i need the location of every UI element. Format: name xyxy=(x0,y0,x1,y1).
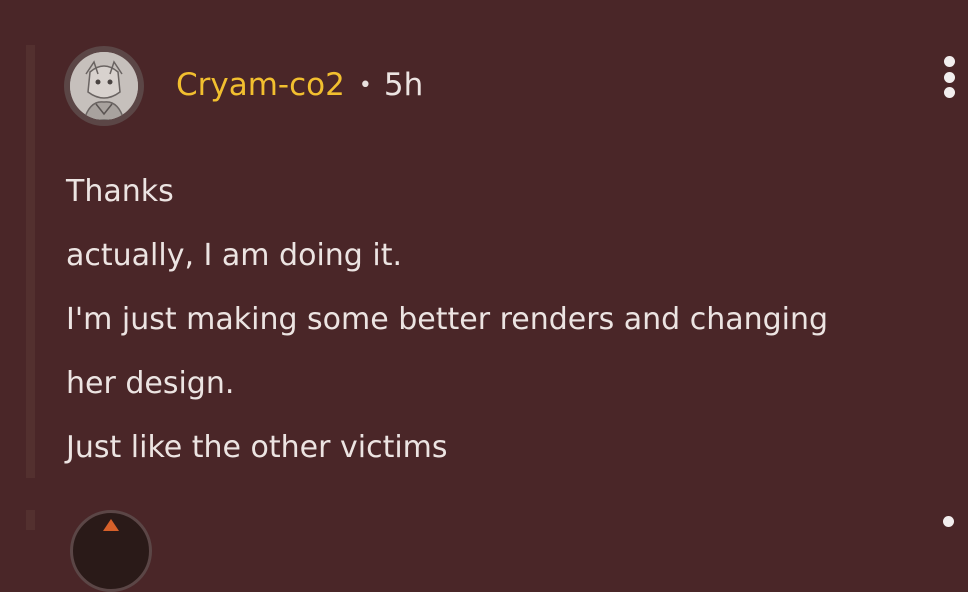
next-comment-avatar[interactable] xyxy=(70,510,152,592)
comment-line: I'm just making some better renders and … xyxy=(66,302,829,337)
comment-line: Thanks xyxy=(66,174,174,209)
avatar-sketch-icon xyxy=(70,52,138,120)
more-vertical-icon-dot xyxy=(943,87,955,98)
more-vertical-icon-dot xyxy=(943,56,955,67)
comment-line: her design. xyxy=(66,366,235,401)
timestamp: 5h xyxy=(383,67,424,103)
thread-line xyxy=(26,45,35,478)
username-link[interactable]: Cryam-co2 xyxy=(176,67,345,103)
avatar-image xyxy=(70,52,138,120)
more-vertical-icon-dot xyxy=(943,71,955,83)
comment-header: Cryam-co2 • 5h xyxy=(176,62,423,108)
comment-line: Just like the other victims xyxy=(66,430,448,465)
more-options-button[interactable] xyxy=(934,52,964,102)
next-more-options-button[interactable] xyxy=(943,516,954,527)
comment-body: Thanks actually, I am doing it. I'm just… xyxy=(66,160,946,480)
separator-dot: • xyxy=(358,72,372,98)
avatar[interactable] xyxy=(64,46,144,126)
thread-line-next xyxy=(26,510,35,530)
comment-line: actually, I am doing it. xyxy=(66,238,403,273)
